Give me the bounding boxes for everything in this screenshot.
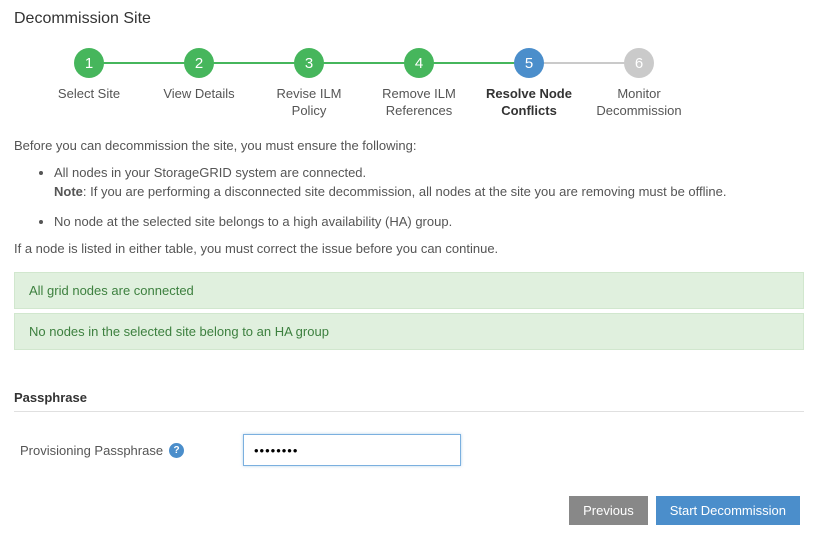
step-label: Select Site (58, 86, 120, 103)
status-banner-connected: All grid nodes are connected (14, 272, 804, 309)
note-label: Note (54, 184, 83, 199)
step-connector (309, 62, 419, 64)
step-connector (529, 62, 639, 64)
step-number: 1 (74, 48, 104, 78)
requirements-list: All nodes in your StorageGRID system are… (14, 163, 804, 232)
step-resolve-node-conflicts: 5 Resolve Node Conflicts (474, 48, 584, 120)
button-row: Previous Start Decommission (14, 496, 804, 525)
passphrase-label-text: Provisioning Passphrase (20, 443, 163, 458)
step-label: Resolve Node Conflicts (479, 86, 579, 120)
step-label: Monitor Decommission (589, 86, 689, 120)
passphrase-section-header: Passphrase (14, 390, 804, 412)
bullet-text-line1: All nodes in your StorageGRID system are… (54, 165, 366, 180)
info-text: If a node is listed in either table, you… (14, 241, 804, 256)
page-title: Decommission Site (14, 10, 804, 28)
passphrase-label: Provisioning Passphrase ? (14, 443, 219, 458)
status-banner-ha-group: No nodes in the selected site belong to … (14, 313, 804, 350)
passphrase-form-row: Provisioning Passphrase ? (14, 434, 804, 466)
wizard-stepper: 1 Select Site 2 View Details 3 Revise IL… (14, 48, 804, 120)
list-item: No node at the selected site belongs to … (54, 212, 804, 232)
step-revise-ilm-policy: 3 Revise ILM Policy (254, 48, 364, 120)
step-number: 4 (404, 48, 434, 78)
step-number: 2 (184, 48, 214, 78)
provisioning-passphrase-input[interactable] (243, 434, 461, 466)
step-label: View Details (163, 86, 234, 103)
step-remove-ilm-references: 4 Remove ILM References (364, 48, 474, 120)
step-label: Remove ILM References (369, 86, 469, 120)
help-icon[interactable]: ? (169, 443, 184, 458)
step-view-details: 2 View Details (144, 48, 254, 103)
list-item: All nodes in your StorageGRID system are… (54, 163, 804, 202)
step-connector (419, 62, 529, 64)
step-number: 5 (514, 48, 544, 78)
step-monitor-decommission: 6 Monitor Decommission (584, 48, 694, 120)
step-number: 6 (624, 48, 654, 78)
step-number: 3 (294, 48, 324, 78)
previous-button[interactable]: Previous (569, 496, 648, 525)
note-text: : If you are performing a disconnected s… (83, 184, 727, 199)
step-select-site: 1 Select Site (34, 48, 144, 103)
intro-text: Before you can decommission the site, yo… (14, 138, 804, 153)
start-decommission-button[interactable]: Start Decommission (656, 496, 800, 525)
step-label: Revise ILM Policy (259, 86, 359, 120)
step-connector (199, 62, 309, 64)
step-connector (89, 62, 199, 64)
